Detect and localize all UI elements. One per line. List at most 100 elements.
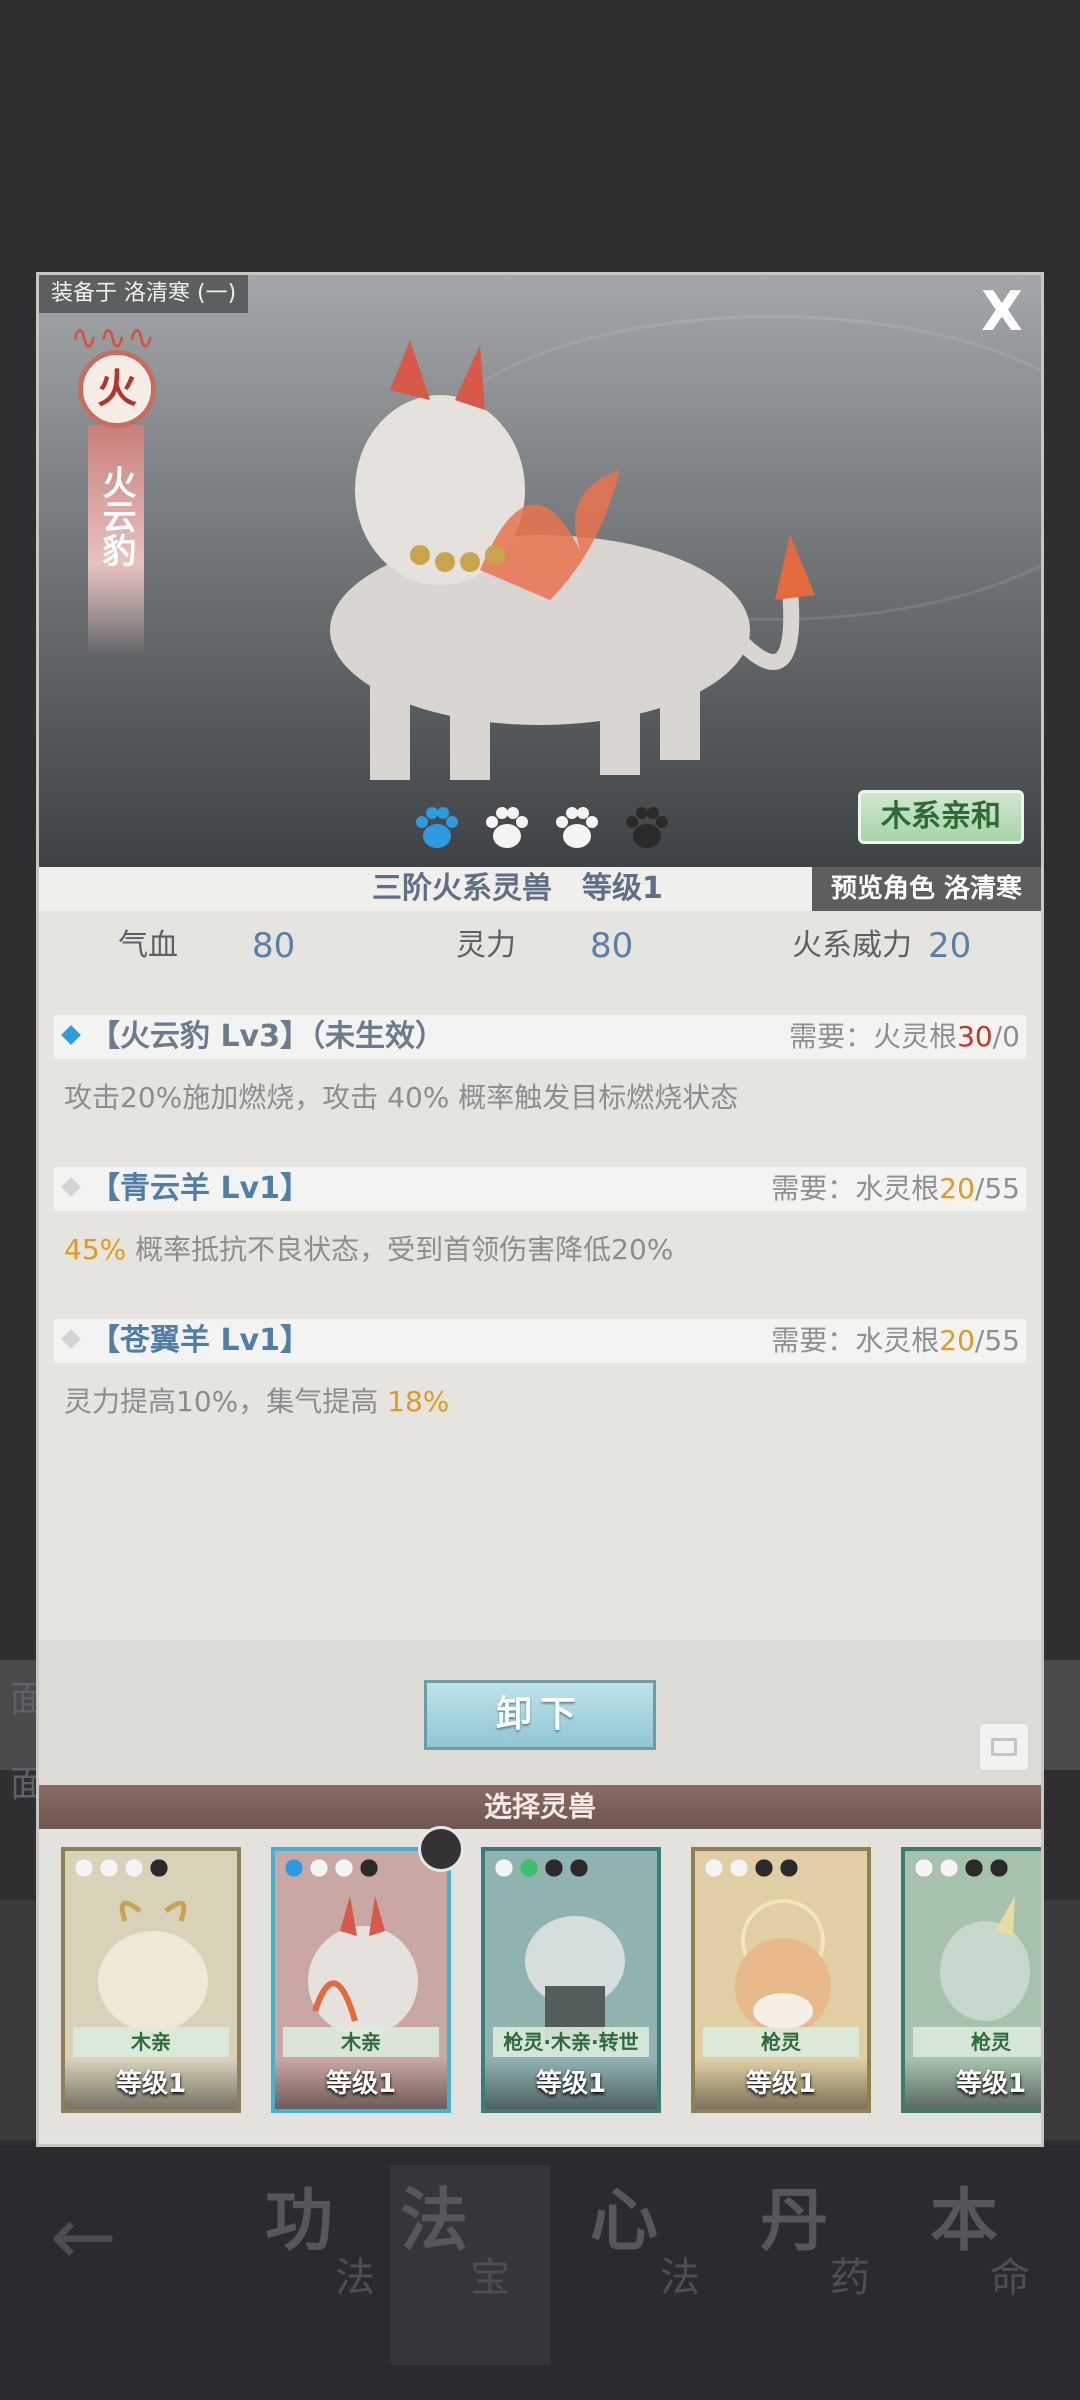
req-have: 20	[939, 1172, 975, 1205]
skill-name-text: 【苍翼羊 Lv1】	[90, 1323, 310, 1358]
stat-value-fire-power: 20	[928, 926, 972, 966]
preview-role-button[interactable]: 预览角色 洛清寒	[812, 867, 1041, 911]
diamond-icon	[61, 1328, 81, 1349]
paw-icon	[486, 807, 528, 848]
req-label: 需要：水灵根	[771, 1172, 940, 1205]
nav-item-sublabel: 法	[335, 2255, 375, 2301]
req-have: 20	[939, 1324, 975, 1357]
req-need: 0	[1002, 1020, 1020, 1053]
paw-icon	[543, 1857, 565, 1879]
card-tag: 枪灵	[913, 2027, 1041, 2057]
paw-icon	[938, 1857, 960, 1879]
affinity-badge: 木系亲和	[858, 790, 1024, 844]
beast-card[interactable]: 枪灵 等级1	[901, 1847, 1041, 2113]
back-arrow-icon[interactable]: ←	[50, 2190, 117, 2283]
beast-portrait	[525, 1916, 625, 2041]
skill-requirement: 需要：水灵根20/55	[771, 1167, 1020, 1211]
nav-item-fabao[interactable]: 法 宝	[390, 2165, 550, 2365]
stat-value-mana: 80	[590, 926, 634, 966]
skill-name-text: 【青云羊 Lv1】	[90, 1171, 310, 1206]
nav-item-label: 心	[590, 2181, 659, 2261]
nav-item-sublabel: 法	[660, 2255, 700, 2301]
beast-name-ribbon: 火云豹	[88, 425, 144, 655]
req-sep: /	[974, 1172, 985, 1205]
star-rating-paws	[410, 800, 680, 860]
paw-icon	[556, 807, 598, 848]
equipped-to-label: 装备于 洛清寒 (一)	[39, 275, 249, 313]
select-beast-title: 选择灵兽	[39, 1785, 1041, 1829]
stat-label-hp: 气血	[118, 928, 178, 963]
fire-element-badge: 火	[78, 350, 156, 428]
card-level: 等级1	[65, 2059, 237, 2109]
skill-name: 【火云豹 Lv3】（未生效）	[61, 1015, 445, 1059]
card-level: 等级1	[485, 2059, 657, 2109]
stat-label-fire-power: 火系威力	[792, 928, 912, 963]
skill-header: 【火云豹 Lv3】（未生效） 需要：火灵根30/0	[54, 1015, 1026, 1059]
nav-item-xinfa[interactable]: 心 法	[580, 2165, 740, 2365]
beast-portrait	[98, 1900, 208, 2031]
card-level: 等级1	[275, 2059, 447, 2109]
paw-icon	[283, 1857, 305, 1879]
beast-portrait	[735, 1899, 831, 2034]
paw-icon	[98, 1857, 120, 1879]
stat-label-mana: 灵力	[456, 928, 516, 963]
desc-highlight: 45%	[64, 1233, 127, 1266]
req-need: 55	[984, 1172, 1020, 1205]
paw-icon	[493, 1857, 515, 1879]
req-have: 30	[957, 1020, 993, 1053]
beast-card[interactable]: 枪灵 等级1	[691, 1847, 871, 2113]
skill-description: 攻击20%施加燃烧，攻击 40% 概率触发目标燃烧状态	[64, 1076, 738, 1120]
req-sep: /	[974, 1324, 985, 1357]
paw-icon	[728, 1857, 750, 1879]
nav-item-label: 丹	[760, 2181, 829, 2261]
card-tag: 枪灵	[703, 2027, 859, 2057]
card-paws	[913, 1857, 1013, 1881]
paw-icon	[416, 807, 458, 848]
beast-portrait	[308, 1896, 418, 2036]
req-need: 55	[984, 1324, 1020, 1357]
card-level: 等级1	[905, 2059, 1041, 2109]
unequip-button[interactable]: 卸下	[424, 1680, 656, 1750]
card-tag: 枪灵·木亲·转世	[493, 2027, 649, 2057]
beast-card[interactable]: 枪灵·木亲·转世 等级1	[481, 1847, 661, 2113]
skill-header: 【青云羊 Lv1】 需要：水灵根20/55	[54, 1167, 1026, 1211]
skill-name-text: 【火云豹 Lv3】（未生效）	[90, 1019, 445, 1054]
card-tag: 木亲	[73, 2027, 229, 2057]
nav-item-danyao[interactable]: 丹 药	[750, 2165, 910, 2365]
nav-item-benming[interactable]: 本 命	[920, 2165, 1070, 2365]
paw-icon	[308, 1857, 330, 1879]
skill-description: 灵力提高10%，集气提高 18%	[64, 1380, 449, 1424]
req-label: 需要：火灵根	[789, 1020, 958, 1053]
nav-item-label: 功	[265, 2181, 334, 2261]
paw-icon	[703, 1857, 725, 1879]
fire-leopard-illustration	[330, 340, 815, 780]
diamond-icon	[61, 1024, 81, 1045]
beast-card[interactable]: 木亲 等级1	[61, 1847, 241, 2113]
nav-item-sublabel: 命	[990, 2255, 1030, 2301]
skill-header: 【苍翼羊 Lv1】 需要：水灵根20/55	[54, 1319, 1026, 1363]
card-tag: 木亲	[283, 2027, 439, 2057]
paw-icon	[626, 807, 668, 848]
diamond-icon	[61, 1176, 81, 1197]
skill-requirement: 需要：水灵根20/55	[771, 1319, 1020, 1363]
beast-portrait	[940, 1896, 1030, 2021]
paw-icon	[963, 1857, 985, 1879]
paw-icon	[518, 1857, 540, 1879]
card-paws	[73, 1857, 173, 1881]
paw-icon	[333, 1857, 355, 1879]
skill-requirement: 需要：火灵根30/0	[789, 1015, 1020, 1059]
beast-tier-level: 三阶火系灵兽 等级1	[372, 871, 663, 906]
skill-name: 【青云羊 Lv1】	[61, 1167, 310, 1211]
beast-card-list[interactable]: 木亲 等级1 木亲 等级1 枪灵·木亲·转世 等级1 枪灵 等级1 枪灵 等级1	[39, 1829, 1041, 2135]
nav-item-label: 本	[930, 2181, 999, 2261]
beast-card-selected[interactable]: 木亲 等级1	[271, 1847, 451, 2113]
paw-icon	[778, 1857, 800, 1879]
lock-icon[interactable]	[978, 1722, 1030, 1772]
paw-icon	[988, 1857, 1010, 1879]
close-button[interactable]: X	[972, 282, 1032, 342]
paw-icon	[148, 1857, 170, 1879]
req-label: 需要：水灵根	[771, 1324, 940, 1357]
card-level: 等级1	[695, 2059, 867, 2109]
req-sep: /	[992, 1020, 1003, 1053]
paw-icon	[753, 1857, 775, 1879]
